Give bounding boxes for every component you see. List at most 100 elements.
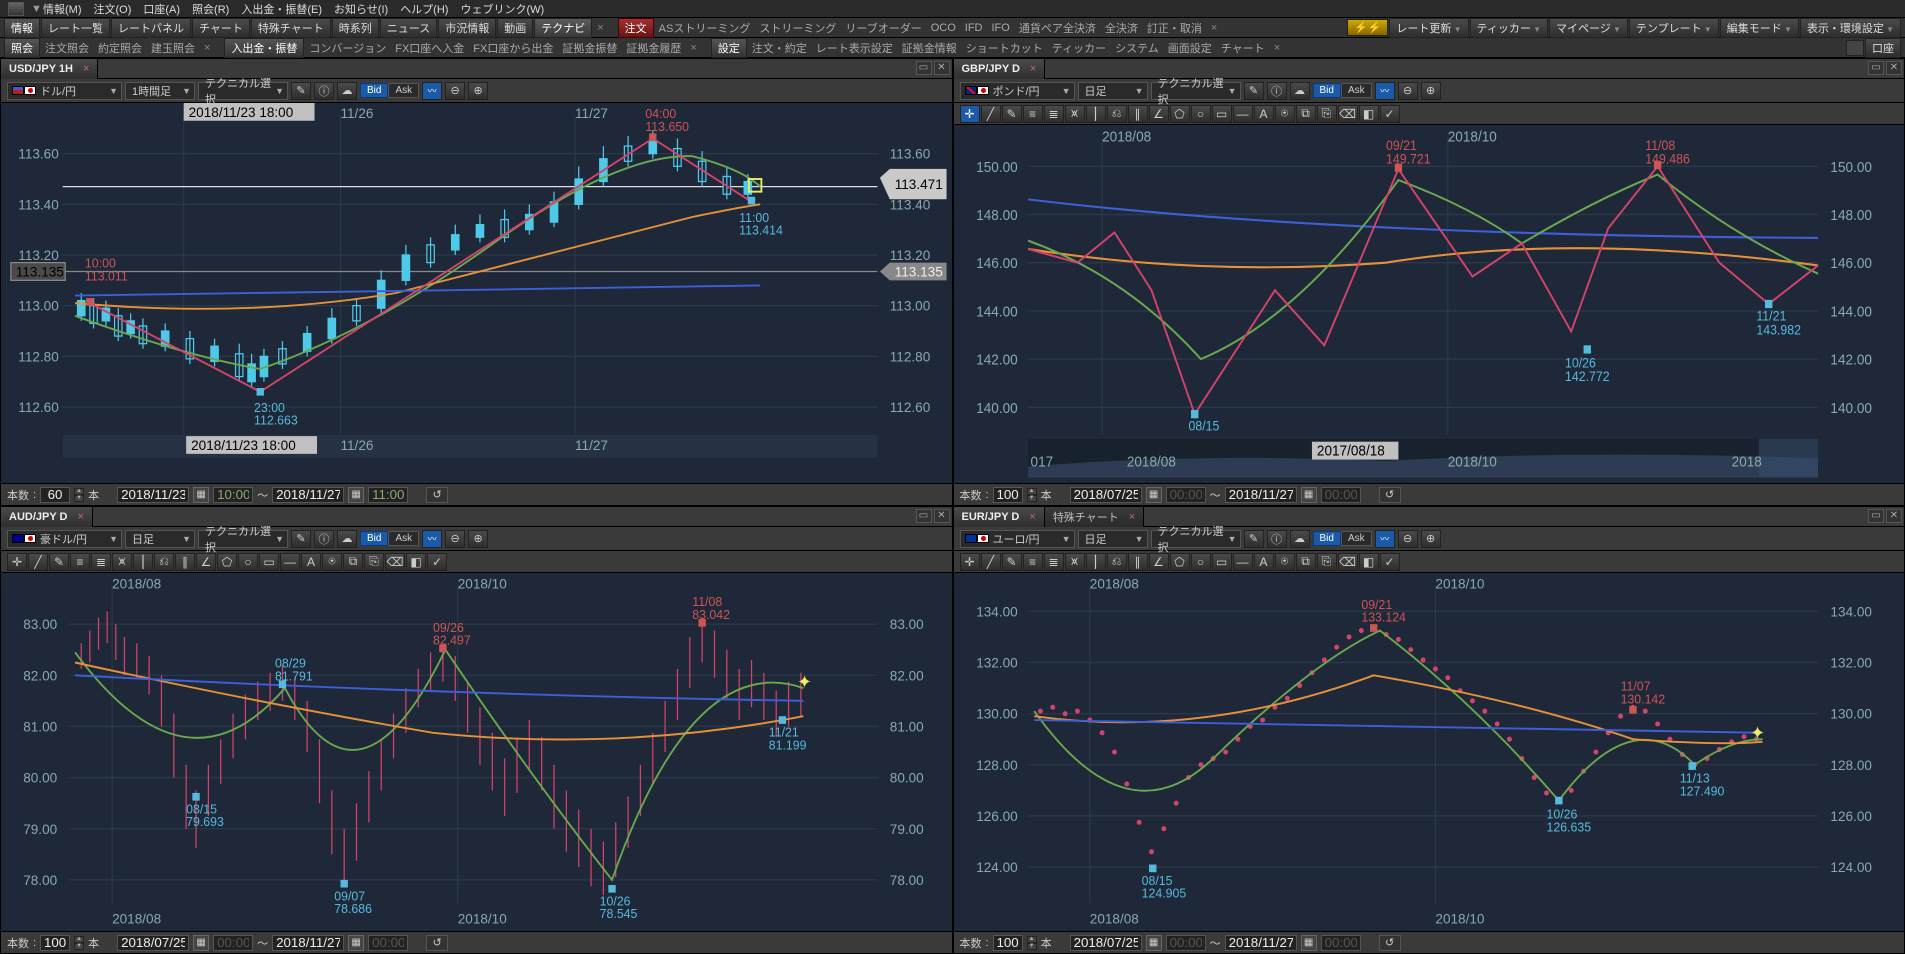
date-from-input[interactable] <box>117 487 189 503</box>
bid-button[interactable]: Bid <box>360 83 388 98</box>
technical-select[interactable]: テクニカル選択▼ <box>1151 82 1241 100</box>
save-icon[interactable]: ✓ <box>1380 553 1400 571</box>
pencil-icon[interactable]: ✎ <box>1244 530 1264 548</box>
calendar-icon[interactable]: ▦ <box>1146 487 1162 503</box>
date-to-input[interactable] <box>1225 487 1297 503</box>
marker-icon[interactable]: ✎ <box>1002 105 1022 123</box>
copy-icon[interactable]: ⧉ <box>1296 553 1316 571</box>
crosshair-icon[interactable]: ✛ <box>7 553 27 571</box>
timeframe-select[interactable]: 1時間足▼ <box>125 82 195 100</box>
link-position-inquiry[interactable]: 建玉照会 <box>147 40 199 56</box>
link-order-inquiry[interactable]: 注文照会 <box>41 40 93 56</box>
time-to-input[interactable] <box>1321 487 1361 503</box>
menu-help[interactable]: ヘルプ(H) <box>395 1 453 17</box>
btn-rate-refresh-icon[interactable]: ⚡⚡ <box>1347 19 1388 36</box>
close-x-4[interactable]: × <box>686 42 700 54</box>
text-icon[interactable]: A <box>1254 553 1274 571</box>
hline-icon[interactable]: — <box>1233 553 1253 571</box>
eraser-icon[interactable]: ◧ <box>406 553 426 571</box>
time-to-input[interactable] <box>368 487 408 503</box>
tab-close-icon[interactable]: × <box>77 511 83 523</box>
fibo-icon[interactable]: ∥ <box>175 553 195 571</box>
calendar-icon[interactable]: ▦ <box>1146 935 1162 951</box>
rect-icon[interactable]: ▭ <box>1212 105 1232 123</box>
reset-icon[interactable]: ↺ <box>426 935 448 951</box>
cloud-icon[interactable]: ☁ <box>337 82 357 100</box>
circle-icon[interactable]: ○ <box>1191 553 1211 571</box>
btn-chart[interactable]: チャート <box>192 18 250 38</box>
calendar-icon[interactable]: ▦ <box>1301 935 1317 951</box>
reset-icon[interactable]: ↺ <box>1379 935 1401 951</box>
link-oco[interactable]: OCO <box>927 22 960 34</box>
btn-video[interactable]: 動画 <box>497 18 533 38</box>
tab-gbpjpy-d[interactable]: GBP/JPY D × <box>954 59 1046 79</box>
gann-icon[interactable]: ∠ <box>1149 105 1169 123</box>
chart-usdjpy[interactable]: 113.60113.60 113.40113.40 113.20113.20 1… <box>1 103 952 483</box>
link-exec-inquiry[interactable]: 約定照会 <box>94 40 146 56</box>
fan-icon[interactable]: ⩙ <box>1065 105 1085 123</box>
pitchfork-icon[interactable]: ⎌ <box>154 553 174 571</box>
bar-count-input[interactable] <box>993 487 1023 503</box>
bar-count-input[interactable] <box>993 935 1023 951</box>
link-ticker-set[interactable]: ティッカー <box>1048 40 1110 56</box>
app-icon[interactable] <box>8 2 24 16</box>
fibo-icon[interactable]: ∥ <box>1128 553 1148 571</box>
pitchfork-icon[interactable]: ⎌ <box>1107 105 1127 123</box>
hlines-icon[interactable]: ≡ <box>70 553 90 571</box>
menu-weblink[interactable]: ウェブリンク(W) <box>455 1 549 17</box>
link-closeall[interactable]: 全決済 <box>1101 20 1142 36</box>
menu-order[interactable]: 注文(O) <box>89 1 137 17</box>
vline-icon[interactable]: ⎮ <box>1086 105 1106 123</box>
icon-tool-icon[interactable]: ⍟ <box>1275 105 1295 123</box>
panel-close-icon[interactable]: ✕ <box>934 61 950 75</box>
link-screen-set[interactable]: 画面設定 <box>1164 40 1216 56</box>
wave-icon[interactable]: 〰 <box>1375 530 1395 548</box>
info-icon[interactable]: ⓘ <box>1267 82 1287 100</box>
zoom-in-icon[interactable]: ⊕ <box>468 82 488 100</box>
tab-close-icon[interactable]: × <box>1129 511 1135 523</box>
btn-timeseries[interactable]: 時系列 <box>332 18 379 38</box>
circle-icon[interactable]: ○ <box>1191 105 1211 123</box>
zoom-in-icon[interactable]: ⊕ <box>468 530 488 548</box>
eraser-icon[interactable]: ◧ <box>1359 105 1379 123</box>
vline-icon[interactable]: ⎮ <box>1086 553 1106 571</box>
pencil-icon[interactable]: ✎ <box>1244 82 1264 100</box>
channel-icon[interactable]: ≣ <box>1044 105 1064 123</box>
info-icon[interactable]: ⓘ <box>1267 530 1287 548</box>
btn-display-env[interactable]: 表示・環境設定 <box>1800 18 1901 38</box>
panel-maximize-icon[interactable]: ▭ <box>1868 61 1884 75</box>
btn-account[interactable]: 口座 <box>1865 38 1901 58</box>
pair-select[interactable]: ユーロ/円▼ <box>960 530 1075 548</box>
btn-order[interactable]: 注文 <box>618 18 654 38</box>
crosshair-icon[interactable]: ✛ <box>960 105 980 123</box>
date-from-input[interactable] <box>1070 935 1142 951</box>
date-to-input[interactable] <box>272 487 344 503</box>
close-x-3[interactable]: × <box>200 42 214 54</box>
zoom-in-icon[interactable]: ⊕ <box>1421 82 1441 100</box>
save-icon[interactable]: ✓ <box>427 553 447 571</box>
zoom-out-icon[interactable]: ⊖ <box>445 82 465 100</box>
link-rate-display[interactable]: レート表示設定 <box>812 40 897 56</box>
btn-market-info[interactable]: 市況情報 <box>438 18 496 38</box>
menu-transfer[interactable]: 入出金・振替(E) <box>236 1 327 17</box>
tab-usdjpy-1h[interactable]: USD/JPY 1H × <box>1 59 98 79</box>
copy-icon[interactable]: ⧉ <box>343 553 363 571</box>
trendline-icon[interactable]: ╱ <box>28 553 48 571</box>
icon-tool-icon[interactable]: ⍟ <box>1275 553 1295 571</box>
panel-close-icon[interactable]: ✕ <box>1886 61 1902 75</box>
link-streaming[interactable]: ストリーミング <box>755 20 840 36</box>
fibo-icon[interactable]: ∥ <box>1128 105 1148 123</box>
marker-icon[interactable]: ✎ <box>1002 553 1022 571</box>
btn-edit-mode[interactable]: 編集モード <box>1720 18 1799 38</box>
link-closeall-pair[interactable]: 通貨ペア全決済 <box>1015 20 1100 36</box>
hline-icon[interactable]: — <box>280 553 300 571</box>
btn-mypage[interactable]: マイページ <box>1549 18 1628 38</box>
link-shortcut[interactable]: ショートカット <box>962 40 1047 56</box>
time-from-input[interactable] <box>1166 487 1206 503</box>
marker-icon[interactable]: ✎ <box>49 553 69 571</box>
date-from-input[interactable] <box>117 935 189 951</box>
panel-maximize-icon[interactable]: ▭ <box>916 509 932 523</box>
save-icon[interactable]: ✓ <box>1380 105 1400 123</box>
btn-rate-panel[interactable]: レートパネル <box>111 18 191 38</box>
vline-icon[interactable]: ⎮ <box>133 553 153 571</box>
